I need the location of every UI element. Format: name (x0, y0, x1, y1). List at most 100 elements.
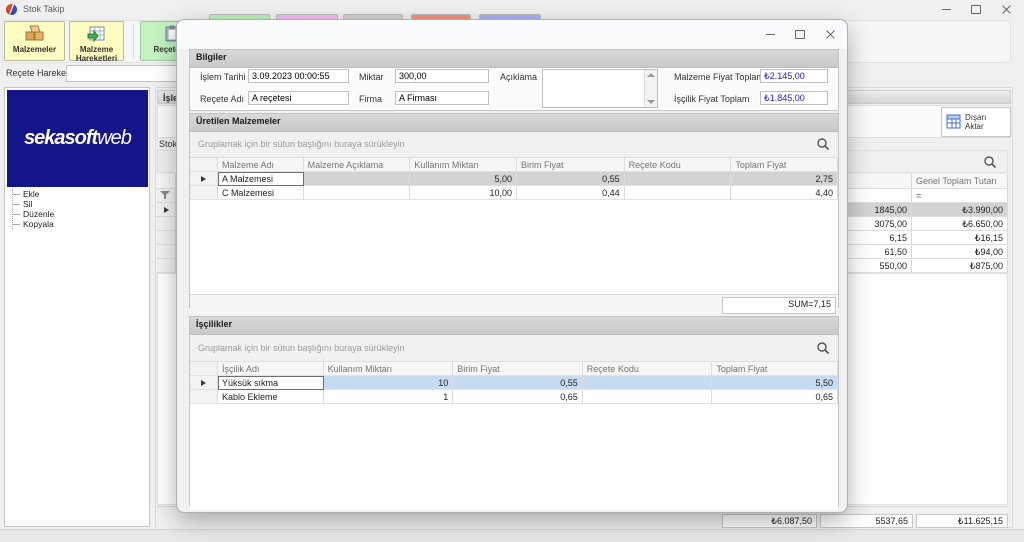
action-tree: Ekle Sil Düzenle Kopyala (12, 189, 142, 229)
window-close-button[interactable] (992, 0, 1020, 19)
cell-iscilik-adi[interactable]: Kablo Ekleme (218, 390, 324, 404)
iscilik-fiyat-toplam-label: İşçilik Fiyat Toplam (674, 94, 749, 104)
miktar-input[interactable] (395, 69, 489, 83)
labors-row[interactable]: Yüksük sıkma 10 0,55 5,50 (190, 376, 838, 390)
cell-kullanim-miktari[interactable]: 10,00 (410, 186, 517, 200)
window-maximize-button[interactable] (962, 0, 990, 19)
column-header-genel-toplam[interactable]: Genel Toplam Tutarı (912, 174, 1008, 189)
cell-kullanim-miktari[interactable]: 1 (324, 390, 454, 404)
selected-row-marker-icon (190, 172, 218, 186)
malzeme-fiyat-toplam-input[interactable] (760, 69, 828, 83)
cell-birim-fiyat[interactable]: 0,55 (453, 376, 583, 390)
dialog-close-button[interactable] (819, 26, 841, 43)
column-header[interactable]: İşçilik Adı (218, 362, 324, 376)
column-header[interactable]: Toplam Fiyat (731, 158, 838, 172)
recete-adi-label: Reçete Adı (200, 94, 244, 104)
cell-malzeme-aciklama[interactable] (304, 172, 411, 186)
dialog-maximize-button[interactable] (789, 26, 811, 43)
search-icon[interactable] (816, 137, 830, 151)
filter-funnel-icon[interactable] (157, 189, 176, 203)
scroll-up-icon[interactable] (647, 73, 655, 77)
cell-iscilik-adi[interactable]: Yüksük sıkma (218, 376, 324, 390)
selected-row-marker-icon (190, 376, 218, 390)
cell-genel-toplam[interactable]: ₺875,00 (912, 259, 1008, 273)
bilgiler-caption: Bilgiler (190, 50, 838, 68)
labors-group-panel[interactable]: Gruplamak için bir sütun başlığını buray… (190, 335, 838, 362)
column-header[interactable]: Malzeme Adı (218, 158, 304, 172)
dialog-titlebar (177, 20, 847, 49)
cell-malzeme-adi[interactable]: A Malzemesi (218, 172, 304, 186)
cell-birim-fiyat[interactable]: 0,65 (453, 390, 583, 404)
tree-item-sil[interactable]: Sil (13, 199, 142, 209)
cell-genel-toplam[interactable]: ₺94,00 (912, 245, 1008, 259)
cell-toplam-fiyat[interactable]: 5,50 (712, 376, 838, 390)
cell-genel-toplam[interactable]: ₺16,15 (912, 231, 1008, 245)
cell-recete-kodu[interactable] (625, 172, 732, 186)
malzeme-fiyat-toplam-label: Malzeme Fiyat Toplam (674, 72, 764, 82)
cell-kullanim-miktari[interactable]: 5,00 (410, 172, 517, 186)
export-button-label: Dışarı Aktar (965, 113, 997, 131)
selected-row-marker-icon (157, 203, 176, 217)
labors-grid-empty-area (190, 404, 838, 510)
cell-toplam-fiyat[interactable]: 4,40 (731, 186, 838, 200)
iscilik-fiyat-toplam-input[interactable] (760, 91, 828, 105)
column-header[interactable]: Toplam Fiyat (712, 362, 838, 376)
islem-tarihi-input[interactable] (248, 69, 349, 83)
iscilikler-caption: İşçilikler (190, 317, 838, 335)
column-header[interactable]: Kullanım Miktarı (324, 362, 454, 376)
miktar-label: Miktar (359, 72, 384, 82)
scroll-down-icon[interactable] (647, 100, 655, 104)
export-button[interactable]: Dışarı Aktar (941, 107, 1011, 137)
search-icon[interactable] (816, 341, 830, 355)
toolbar-button-label: Malzemeler (13, 45, 56, 54)
column-header[interactable]: Malzeme Açıklama (304, 158, 411, 172)
cell-recete-kodu[interactable] (583, 390, 713, 404)
materials-grid-empty-area (190, 200, 838, 294)
cell-birim-fiyat[interactable]: 0,44 (517, 186, 625, 200)
footer-total-toplam: ₺6.087,50 (722, 514, 817, 528)
group-hint: Gruplamak için bir sütun başlığını buray… (198, 343, 405, 353)
dialog-minimize-button[interactable] (759, 26, 781, 43)
column-header[interactable]: Kullanım Miktarı (410, 158, 517, 172)
main-window: Stok Takip Malzemeler Malzeme Hareketler… (0, 0, 1024, 542)
recete-adi-input[interactable] (248, 91, 349, 105)
uretilen-malzemeler-caption: Üretilen Malzemeler (190, 114, 838, 132)
textarea-scrollbar[interactable] (644, 70, 657, 107)
labors-header-row: İşçilik Adı Kullanım Miktarı Birim Fiyat… (190, 362, 838, 376)
labors-row[interactable]: Kablo Ekleme 1 0,65 0,65 (190, 390, 838, 404)
column-header[interactable]: Birim Fiyat (453, 362, 583, 376)
group-hint: Gruplamak için bir sütun başlığını buray… (198, 139, 405, 149)
cell-malzeme-adi[interactable]: C Malzemesi (218, 186, 304, 200)
firma-input[interactable] (395, 91, 489, 105)
materials-header-row: Malzeme Adı Malzeme Açıklama Kullanım Mi… (190, 158, 838, 172)
column-header[interactable]: Reçete Kodu (625, 158, 732, 172)
materials-row[interactable]: C Malzemesi 10,00 0,44 4,40 (190, 186, 838, 200)
cell-recete-kodu[interactable] (625, 186, 732, 200)
iscilikler-section: İşçilikler Gruplamak için bir sütun başl… (189, 316, 839, 506)
cell-recete-kodu[interactable] (583, 376, 713, 390)
materials-group-panel[interactable]: Gruplamak için bir sütun başlığını buray… (190, 132, 838, 158)
cell-toplam-fiyat[interactable]: 2,75 (731, 172, 838, 186)
cell-genel-toplam[interactable]: ₺6.650,00 (912, 217, 1008, 231)
cell-birim-fiyat[interactable]: 0,55 (517, 172, 625, 186)
window-title: Stok Takip (23, 4, 64, 14)
toolbar-button-malzemeler[interactable]: Malzemeler (4, 21, 65, 61)
cell-kullanim-miktari[interactable]: 10 (324, 376, 454, 390)
cell-malzeme-aciklama[interactable] (304, 186, 411, 200)
window-minimize-button[interactable] (932, 0, 960, 19)
toolbar-separator (133, 23, 134, 59)
toolbar-button-malzeme-hareketleri[interactable]: Malzeme Hareketleri (69, 21, 124, 61)
filter-operator[interactable]: = (912, 189, 1008, 203)
tree-item-duzenle[interactable]: Düzenle (13, 209, 142, 219)
tree-item-kopyala[interactable]: Kopyala (13, 219, 142, 229)
column-header[interactable]: Birim Fiyat (517, 158, 625, 172)
cell-genel-toplam[interactable]: ₺3.990,00 (912, 203, 1008, 217)
materials-footer: SUM=7,15 (190, 294, 838, 315)
column-header[interactable]: Reçete Kodu (583, 362, 713, 376)
export-table-icon (946, 114, 961, 131)
tree-item-ekle[interactable]: Ekle (13, 189, 142, 199)
cell-toplam-fiyat[interactable]: 0,65 (712, 390, 838, 404)
materials-row[interactable]: A Malzemesi 5,00 0,55 2,75 (190, 172, 838, 186)
aciklama-textarea[interactable] (542, 69, 658, 108)
search-icon[interactable] (983, 155, 997, 169)
